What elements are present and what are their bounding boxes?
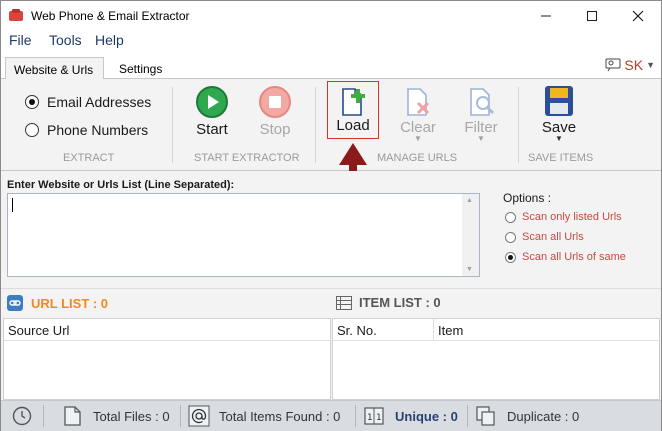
start-button[interactable]: Start — [184, 85, 240, 147]
column-sr-no[interactable]: Sr. No. — [333, 319, 433, 341]
status-divider — [43, 405, 44, 427]
file-icon — [64, 406, 81, 426]
maximize-icon — [587, 11, 597, 21]
status-bar: Total Files : 0 Total Items Found : 0 1 … — [1, 400, 661, 431]
tab-settings[interactable]: Settings — [111, 57, 170, 80]
user-initials: SK — [624, 57, 644, 73]
chevron-down-icon: ▼ — [646, 60, 655, 70]
menu-bar: File Tools Help — [1, 31, 661, 51]
clock-icon — [12, 406, 32, 426]
load-file-icon — [342, 88, 365, 116]
start-label: Start — [196, 121, 228, 138]
radio-button — [25, 123, 39, 137]
item-list-count: ITEM LIST : 0 — [359, 295, 441, 310]
stop-button[interactable]: Stop — [247, 85, 303, 147]
user-badge[interactable]: SK ▼ — [605, 57, 655, 73]
options-title: Options : — [503, 191, 552, 205]
option-label: Scan all Urls of same — [522, 251, 626, 263]
app-window: Web Phone & Email Extractor File Tools H… — [0, 0, 662, 431]
column-source-url[interactable]: Source Url — [4, 319, 330, 341]
column-item[interactable]: Item — [434, 319, 659, 341]
duplicate-count: Duplicate : 0 — [507, 409, 580, 424]
radio-label: Email Addresses — [47, 94, 152, 110]
chevron-down-icon: ▼ — [414, 134, 422, 143]
lists-header: URL LIST : 0 ITEM LIST : 0 — [1, 288, 661, 316]
item-list-title: ITEM LIST : 0 — [336, 295, 441, 310]
status-divider — [180, 405, 181, 427]
maximize-button[interactable] — [569, 1, 615, 31]
stop-label: Stop — [259, 121, 291, 138]
group-label-manage-urls: MANAGE URLS — [377, 152, 458, 164]
close-icon — [632, 10, 644, 22]
user-chat-icon — [605, 58, 621, 72]
url-input-section: Enter Website or Urls List (Line Separat… — [1, 171, 661, 286]
ribbon-divider — [172, 87, 173, 163]
svg-text:1: 1 — [367, 413, 373, 423]
radio-button — [505, 251, 516, 263]
radio-phone-numbers[interactable]: Phone Numbers — [25, 122, 148, 138]
group-label-start-extractor: START EXTRACTOR — [194, 152, 300, 164]
title-bar: Web Phone & Email Extractor — [1, 1, 661, 31]
status-divider — [467, 405, 468, 427]
close-button[interactable] — [615, 1, 661, 31]
play-icon — [196, 86, 228, 118]
svg-text:1: 1 — [376, 413, 382, 423]
url-list-textarea[interactable]: ▲ ▼ — [7, 193, 480, 277]
link-icon — [7, 295, 23, 311]
at-sign-icon — [188, 405, 210, 427]
stop-icon — [259, 86, 291, 118]
load-button[interactable]: Load — [327, 81, 379, 139]
option-scan-only-listed[interactable]: Scan only listed Urls — [505, 211, 629, 223]
unique-count: Unique : 0 — [395, 409, 458, 424]
menu-tools[interactable]: Tools — [49, 32, 82, 48]
option-label: Scan only listed Urls — [522, 211, 622, 223]
minimize-button[interactable] — [523, 1, 569, 31]
radio-button — [25, 95, 39, 109]
url-input-label: Enter Website or Urls List (Line Separat… — [7, 179, 235, 191]
unique-icon: 1 1 — [364, 407, 384, 425]
save-disk-icon — [545, 86, 573, 116]
option-scan-same-domain[interactable]: Scan all Urls of same — [505, 251, 629, 263]
scroll-up-icon[interactable]: ▲ — [466, 197, 473, 204]
option-scan-all-urls[interactable]: Scan all Urls — [505, 231, 629, 243]
option-label: Scan all Urls — [522, 231, 584, 243]
app-logo-icon — [9, 9, 23, 21]
radio-button — [505, 231, 516, 243]
clear-file-icon — [407, 88, 430, 116]
radio-label: Phone Numbers — [47, 122, 149, 138]
ribbon-divider — [518, 87, 519, 163]
duplicate-icon — [476, 406, 495, 426]
window-title: Web Phone & Email Extractor — [31, 9, 190, 23]
total-items-found: Total Items Found : 0 — [219, 409, 341, 424]
url-list-count: URL LIST : 0 — [31, 295, 109, 311]
chevron-down-icon: ▼ — [477, 134, 485, 143]
textarea-scrollbar[interactable]: ▲ ▼ — [462, 194, 479, 276]
radio-button — [505, 211, 516, 223]
status-divider — [355, 405, 356, 427]
total-files: Total Files : 0 — [93, 409, 170, 424]
url-list-title: URL LIST : 0 — [7, 295, 108, 311]
menu-file[interactable]: File — [9, 32, 32, 48]
filter-search-icon — [470, 88, 495, 116]
radio-email-addresses[interactable]: Email Addresses — [25, 94, 151, 110]
list-icon — [336, 295, 352, 310]
filter-button[interactable]: Filter ▼ — [453, 85, 509, 147]
group-label-extract: EXTRACT — [63, 152, 115, 164]
group-label-save-items: SAVE ITEMS — [528, 152, 594, 164]
scroll-down-icon[interactable]: ▼ — [466, 266, 473, 273]
ribbon: Email Addresses Phone Numbers EXTRACT St… — [1, 79, 661, 171]
save-button[interactable]: Save ▼ — [531, 85, 587, 147]
item-list-panel[interactable]: Sr. No. Item — [332, 318, 660, 400]
minimize-icon — [541, 15, 551, 17]
ribbon-divider — [315, 87, 316, 163]
url-list-panel[interactable]: Source Url — [3, 318, 331, 400]
text-cursor — [12, 198, 13, 212]
load-label: Load — [336, 117, 370, 134]
chevron-down-icon: ▼ — [555, 134, 563, 143]
tab-website-urls[interactable]: Website & Urls — [5, 57, 104, 80]
menu-help[interactable]: Help — [95, 32, 124, 48]
tab-strip: Website & Urls Settings SK ▼ — [1, 51, 661, 80]
clear-button[interactable]: Clear ▼ — [390, 85, 446, 147]
